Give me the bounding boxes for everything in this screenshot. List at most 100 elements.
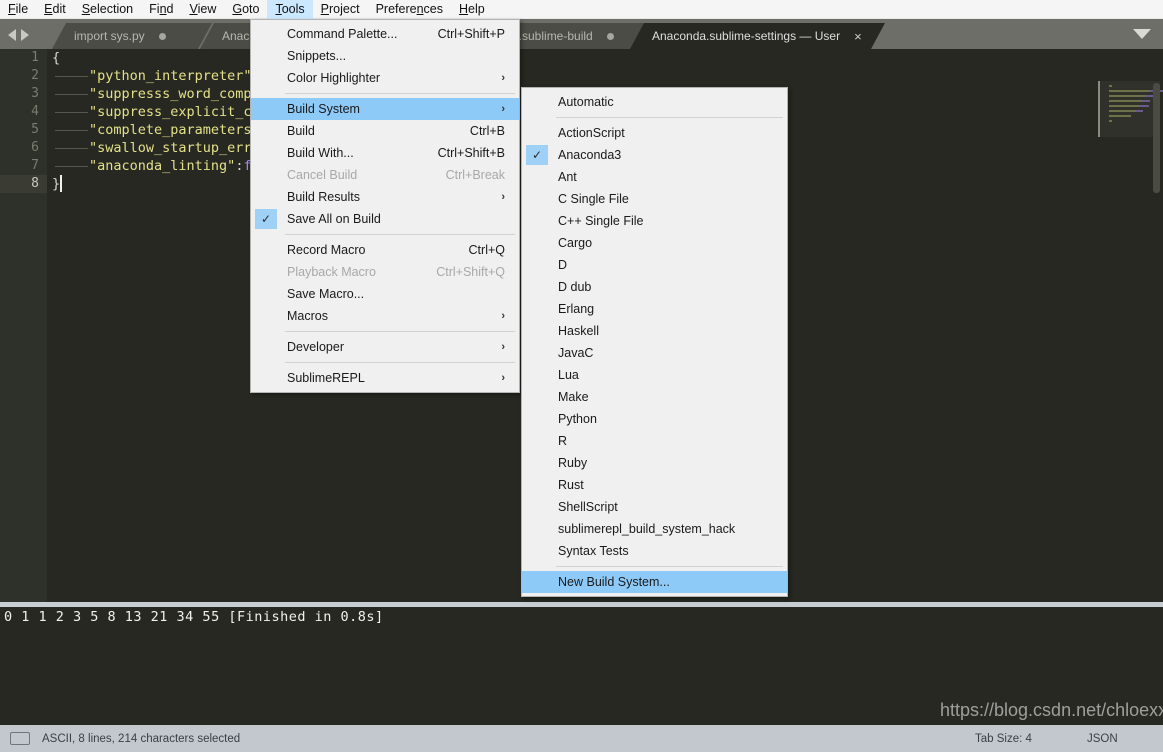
submenu-item-haskell[interactable]: Haskell: [522, 320, 787, 342]
submenu-item-actionscript[interactable]: ActionScript: [522, 122, 787, 144]
menu-item-developer[interactable]: Developer ›: [251, 336, 519, 358]
submenu-item-r[interactable]: R: [522, 430, 787, 452]
minimap-line: [1109, 110, 1136, 112]
submenu-item-label: ShellScript: [558, 500, 618, 514]
menu-item-cancel-build: Cancel Build Ctrl+Break: [251, 164, 519, 186]
menubar-item-label: Goto: [232, 2, 260, 16]
submenu-item-python[interactable]: Python: [522, 408, 787, 430]
menu-item-macros[interactable]: Macros ›: [251, 305, 519, 327]
editor-scrollbar[interactable]: [1153, 83, 1160, 193]
tab-dirty-indicator: [159, 33, 166, 40]
menubar-item-tools[interactable]: Tools: [267, 0, 313, 19]
minimap-line: [1109, 120, 1112, 122]
submenu-item-syntax-tests[interactable]: Syntax Tests: [522, 540, 787, 562]
menu-separator: [556, 566, 783, 567]
menu-item-build[interactable]: Build Ctrl+B: [251, 120, 519, 142]
submenu-item-label: New Build System...: [558, 575, 670, 589]
submenu-item-javac[interactable]: JavaC: [522, 342, 787, 364]
tab-import-sys-py[interactable]: import sys.py: [52, 23, 212, 49]
menu-item-label: Macros: [287, 309, 328, 323]
chevron-right-icon: ›: [501, 341, 505, 353]
menu-item-shortcut: Ctrl+Shift+P: [437, 27, 505, 41]
submenu-item-sublimerepl-build-system-hack[interactable]: sublimerepl_build_system_hack: [522, 518, 787, 540]
menubar-item-file[interactable]: File: [0, 0, 36, 19]
menu-item-save-macro[interactable]: Save Macro...: [251, 283, 519, 305]
menu-item-snippets[interactable]: Snippets...: [251, 45, 519, 67]
submenu-item-label: ActionScript: [558, 126, 625, 140]
menu-item-color-highlighter[interactable]: Color Highlighter ›: [251, 67, 519, 89]
submenu-item-label: R: [558, 434, 568, 448]
submenu-item-d-dub[interactable]: D dub: [522, 276, 787, 298]
tab-navigation[interactable]: [8, 27, 48, 43]
tab-label: Anaconda.sublime-settings — User: [652, 29, 841, 43]
submenu-item-label: JavaC: [558, 346, 594, 360]
build-output-text: 0 1 1 2 3 5 8 13 21 34 55 [Finished in 0…: [4, 609, 384, 625]
status-syntax[interactable]: JSON: [1087, 733, 1118, 745]
menu-item-record-macro[interactable]: Record Macro Ctrl+Q: [251, 239, 519, 261]
menubar-item-view[interactable]: View: [181, 0, 224, 19]
line-number: 5: [31, 122, 39, 137]
submenu-item-lua[interactable]: Lua: [522, 364, 787, 386]
tab-anaconda-sublime-settings[interactable]: Anaconda.sublime-settings — User ×: [630, 23, 885, 49]
submenu-item-automatic[interactable]: Automatic: [522, 91, 787, 113]
submenu-item-new-build-system[interactable]: New Build System...: [522, 571, 787, 593]
line-number: 8: [31, 176, 39, 191]
tab-bar: import sys.py Anaco 3.sublime-build Anac…: [0, 19, 1163, 49]
menu-item-command-palette[interactable]: Command Palette... Ctrl+Shift+P: [251, 23, 519, 45]
submenu-item-c-single-file[interactable]: C Single File: [522, 188, 787, 210]
menu-item-sublimerepl[interactable]: SublimeREPL ›: [251, 367, 519, 389]
minimap-line: [1109, 85, 1112, 87]
close-icon[interactable]: ×: [854, 30, 862, 43]
submenu-item-cpp-single-file[interactable]: C++ Single File: [522, 210, 787, 232]
menu-item-save-all-on-build[interactable]: ✓ Save All on Build: [251, 208, 519, 230]
minimap[interactable]: [1097, 79, 1163, 602]
tab-label: import sys.py: [74, 29, 145, 43]
chevron-down-icon[interactable]: [1133, 29, 1151, 39]
chevron-right-icon: ›: [501, 72, 505, 84]
menu-item-label: Save All on Build: [287, 212, 381, 226]
code-token: "anaconda_linting": [89, 158, 236, 174]
line-number: 2: [31, 68, 39, 83]
arrow-right-icon[interactable]: [21, 29, 29, 41]
menu-item-playback-macro: Playback Macro Ctrl+Shift+Q: [251, 261, 519, 283]
panel-toggle-icon[interactable]: [10, 732, 30, 745]
submenu-item-ruby[interactable]: Ruby: [522, 452, 787, 474]
menubar-item-help[interactable]: Help: [451, 0, 493, 19]
submenu-item-label: C++ Single File: [558, 214, 644, 228]
minimap-line: [1109, 115, 1131, 117]
submenu-item-anaconda3[interactable]: ✓ Anaconda3: [522, 144, 787, 166]
submenu-item-ant[interactable]: Ant: [522, 166, 787, 188]
submenu-item-label: Syntax Tests: [558, 544, 629, 558]
menu-item-label: Command Palette...: [287, 27, 398, 41]
menu-separator: [556, 117, 783, 118]
submenu-item-rust[interactable]: Rust: [522, 474, 787, 496]
minimap-line: [1109, 95, 1145, 97]
indent-guide: [55, 112, 88, 113]
menu-item-shortcut: Ctrl+Break: [445, 168, 505, 182]
menu-item-build-with[interactable]: Build With... Ctrl+Shift+B: [251, 142, 519, 164]
menubar-item-project[interactable]: Project: [313, 0, 368, 19]
submenu-item-erlang[interactable]: Erlang: [522, 298, 787, 320]
menubar-item-goto[interactable]: Goto: [224, 0, 267, 19]
menubar-item-edit[interactable]: Edit: [36, 0, 74, 19]
menubar-item-selection[interactable]: Selection: [74, 0, 141, 19]
submenu-item-label: Cargo: [558, 236, 593, 250]
build-output-panel[interactable]: 0 1 1 2 3 5 8 13 21 34 55 [Finished in 0…: [0, 607, 1163, 725]
arrow-left-icon[interactable]: [8, 29, 16, 41]
status-tab-size[interactable]: Tab Size: 4: [975, 733, 1032, 745]
menu-item-shortcut: Ctrl+Shift+B: [437, 146, 505, 160]
menubar-item-preferences[interactable]: Preferences: [368, 0, 451, 19]
submenu-item-label: Ruby: [558, 456, 588, 470]
menu-item-build-system[interactable]: Build System ›: [251, 98, 519, 120]
code-token: "suppress_explicit_c: [89, 104, 252, 120]
submenu-item-cargo[interactable]: Cargo: [522, 232, 787, 254]
menubar-item-find[interactable]: Find: [141, 0, 181, 19]
chevron-right-icon: ›: [501, 191, 505, 203]
code-line-3: "suppresss_word_comp: [89, 85, 252, 103]
submenu-item-shellscript[interactable]: ShellScript: [522, 496, 787, 518]
text-caret: [60, 175, 62, 192]
submenu-item-make[interactable]: Make: [522, 386, 787, 408]
submenu-item-d[interactable]: D: [522, 254, 787, 276]
menubar-item-label: Help: [459, 2, 485, 16]
menu-item-build-results[interactable]: Build Results ›: [251, 186, 519, 208]
